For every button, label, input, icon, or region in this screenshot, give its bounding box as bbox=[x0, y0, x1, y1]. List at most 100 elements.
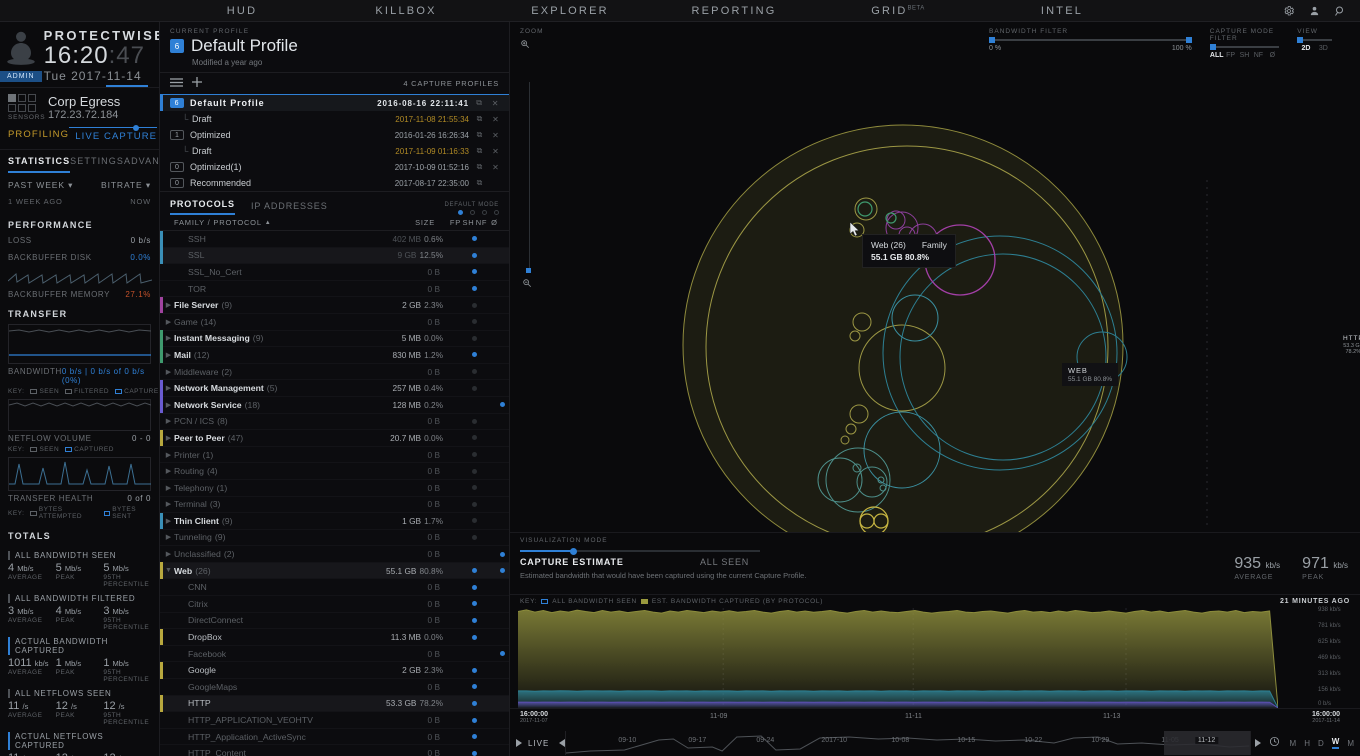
flag-sh[interactable] bbox=[467, 452, 481, 458]
flag-off[interactable] bbox=[495, 369, 509, 374]
nav-item-explorer[interactable]: EXPLORER bbox=[488, 5, 652, 17]
flag-off[interactable] bbox=[495, 668, 509, 673]
expand-icon[interactable]: ▶ bbox=[163, 467, 174, 475]
protocol-row[interactable]: ▶ PCN / ICS (8) 0 B bbox=[160, 414, 509, 431]
flag-nf[interactable] bbox=[481, 568, 495, 573]
flag-sh[interactable] bbox=[467, 700, 481, 706]
flag-fp[interactable] bbox=[453, 386, 467, 391]
protocol-row[interactable]: HTTP_APPLICATION_VEOHTV 0 B bbox=[160, 712, 509, 729]
protocol-row[interactable]: CNN 0 B bbox=[160, 579, 509, 597]
flag-fp[interactable] bbox=[453, 668, 467, 673]
flag-off[interactable] bbox=[495, 684, 509, 689]
bandwidth-filter-knob-min[interactable] bbox=[989, 37, 996, 43]
flag-nf[interactable] bbox=[481, 303, 495, 308]
flag-fp[interactable] bbox=[453, 336, 467, 341]
flag-nf[interactable] bbox=[481, 319, 495, 324]
profile-row[interactable]: 1 Optimized 2016-01-26 16:26:34 ⧉ ✕ bbox=[160, 127, 509, 143]
collapse-icon[interactable]: ▼ bbox=[163, 567, 174, 574]
flag-off[interactable] bbox=[495, 419, 509, 424]
flag-fp[interactable] bbox=[453, 303, 467, 308]
capture-mode-knob[interactable] bbox=[1209, 44, 1216, 50]
flag-sh[interactable] bbox=[467, 634, 481, 640]
flag-off[interactable] bbox=[495, 352, 509, 357]
protocol-row[interactable]: TOR 0 B bbox=[160, 281, 509, 298]
copy-icon[interactable]: ⧉ bbox=[474, 146, 485, 156]
flag-fp[interactable] bbox=[453, 751, 467, 756]
flag-nf[interactable] bbox=[481, 352, 495, 357]
visualization-mode-rail[interactable] bbox=[520, 547, 760, 555]
flag-off[interactable] bbox=[495, 469, 509, 474]
metric-select[interactable]: BITRATE ▾ bbox=[101, 180, 151, 191]
flag-nf[interactable] bbox=[481, 369, 495, 374]
protocol-row[interactable]: Citrix 0 B bbox=[160, 596, 509, 613]
flag-fp[interactable] bbox=[453, 319, 467, 324]
protocol-row[interactable]: GoogleMaps 0 B bbox=[160, 679, 509, 696]
flag-nf[interactable] bbox=[481, 386, 495, 391]
flag-sh[interactable] bbox=[467, 734, 481, 740]
flag-fp[interactable] bbox=[453, 402, 467, 407]
range-select[interactable]: PAST WEEK ▾ bbox=[8, 180, 73, 191]
flag-off[interactable] bbox=[495, 601, 509, 606]
tab-statistics[interactable]: STATISTICS bbox=[8, 156, 71, 173]
protocol-row[interactable]: ▶ Routing (4) 0 B bbox=[160, 463, 509, 480]
visualization-mode-knob[interactable] bbox=[570, 547, 577, 555]
expand-icon[interactable]: ▶ bbox=[163, 550, 174, 558]
flag-nf[interactable] bbox=[481, 751, 495, 756]
flag-off[interactable] bbox=[495, 734, 509, 739]
flag-fp[interactable] bbox=[453, 568, 467, 573]
flag-fp[interactable] bbox=[453, 452, 467, 457]
flag-sh[interactable] bbox=[467, 435, 481, 441]
expand-icon[interactable]: ▶ bbox=[163, 417, 174, 425]
flag-off[interactable] bbox=[495, 269, 509, 274]
granularity-month[interactable]: M bbox=[1347, 739, 1354, 748]
flag-nf[interactable] bbox=[481, 535, 495, 540]
flag-fp[interactable] bbox=[453, 469, 467, 474]
column-size[interactable]: SIZE bbox=[415, 218, 435, 227]
flag-sh[interactable] bbox=[467, 684, 481, 690]
nav-item-hud[interactable]: HUD bbox=[160, 5, 324, 17]
flag-off[interactable] bbox=[495, 585, 509, 590]
flag-off[interactable] bbox=[495, 319, 509, 324]
flag-fp[interactable] bbox=[453, 419, 467, 424]
protocol-row[interactable]: SSH 402 MB 0.6% bbox=[160, 231, 509, 248]
profile-row[interactable]: Draft 2017-11-08 21:55:34 ⧉ ✕ bbox=[160, 111, 509, 127]
flag-sh[interactable] bbox=[467, 568, 481, 574]
flag-off[interactable] bbox=[495, 336, 509, 341]
flag-nf[interactable] bbox=[481, 419, 495, 424]
protocol-row[interactable]: DirectConnect 0 B bbox=[160, 613, 509, 630]
protocol-row[interactable]: ▶ Tunneling (9) 0 B bbox=[160, 530, 509, 547]
copy-icon[interactable]: ⧉ bbox=[474, 98, 485, 108]
tab-protocols[interactable]: PROTOCOLS bbox=[170, 199, 235, 215]
flag-sh[interactable] bbox=[467, 236, 481, 242]
flag-sh[interactable] bbox=[467, 252, 481, 258]
flag-fp[interactable] bbox=[453, 369, 467, 374]
flag-off[interactable] bbox=[495, 485, 509, 490]
scrubber-selection-window[interactable]: 11-12 bbox=[1163, 731, 1250, 755]
close-icon[interactable]: ✕ bbox=[490, 163, 501, 172]
cmf-option-nf[interactable]: NF bbox=[1251, 52, 1265, 59]
list-menu-icon[interactable] bbox=[170, 77, 184, 90]
flag-off[interactable] bbox=[495, 718, 509, 723]
profile-row[interactable]: 0 Recommended 2017-08-17 22:35:00 ⧉ bbox=[160, 175, 509, 191]
flag-nf[interactable] bbox=[481, 469, 495, 474]
column-family-protocol[interactable]: FAMILY / PROTOCOL bbox=[170, 218, 262, 227]
search-icon[interactable] bbox=[1334, 5, 1346, 17]
flag-fp[interactable] bbox=[453, 618, 467, 623]
flag-sh[interactable] bbox=[467, 302, 481, 308]
protocol-list[interactable]: SSH 402 MB 0.6% SSL 9 GB 12.5% SSL_No_Cert 0 BT… bbox=[160, 231, 509, 756]
close-icon[interactable]: ✕ bbox=[490, 147, 501, 156]
flag-sh[interactable] bbox=[467, 485, 481, 491]
flag-nf[interactable] bbox=[481, 502, 495, 507]
bubble-visualization[interactable]: WEB 55.1 GB 80.8% HTTP 53.3 GB 78.2% ENC… bbox=[510, 60, 1360, 532]
flag-fp[interactable] bbox=[453, 236, 467, 241]
flag-sh[interactable] bbox=[467, 335, 481, 341]
flag-fp[interactable] bbox=[453, 718, 467, 723]
cmf-option-sh[interactable]: SH bbox=[1238, 52, 1252, 59]
flag-nf[interactable] bbox=[481, 601, 495, 606]
flag-sh[interactable] bbox=[467, 352, 481, 358]
protocol-row[interactable]: ▶ Peer to Peer (47) 20.7 MB 0.0% bbox=[160, 429, 509, 447]
view-rail[interactable] bbox=[1297, 37, 1332, 43]
expand-icon[interactable]: ▶ bbox=[163, 401, 174, 409]
flag-off[interactable] bbox=[495, 386, 509, 391]
flag-fp[interactable] bbox=[453, 552, 467, 557]
